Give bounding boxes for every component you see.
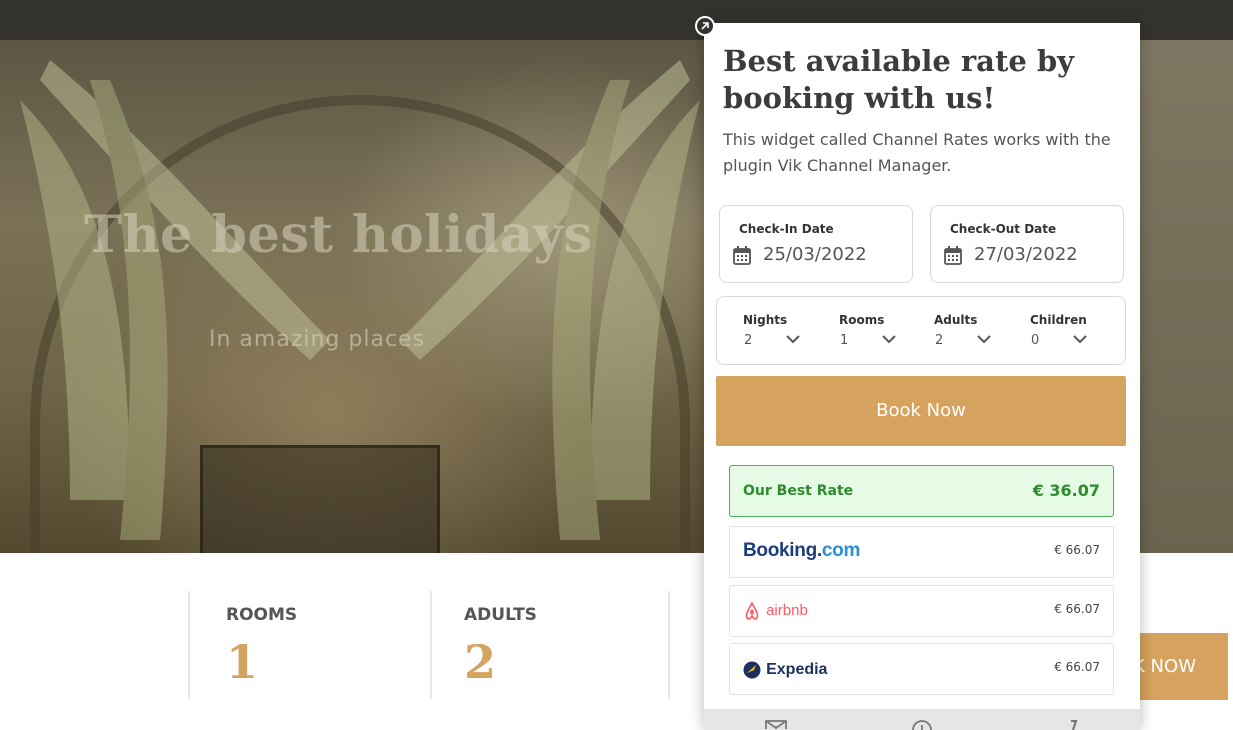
clock-icon[interactable]	[911, 720, 933, 730]
adults-column[interactable]: ADULTS 2	[430, 591, 670, 699]
hero-doorway-decoration	[200, 445, 440, 553]
nights-label: Nights	[743, 313, 788, 327]
children-select[interactable]: Children 0	[1030, 313, 1110, 353]
checkin-date-field[interactable]: Check-In Date 25/03/2022	[719, 205, 913, 283]
best-rate-label: Our Best Rate	[743, 483, 854, 499]
checkin-value: 25/03/2022	[763, 244, 867, 265]
adults-option-value: 2	[935, 333, 944, 348]
airbnb-logo: airbnb	[743, 600, 808, 621]
airbnb-price: € 66.07	[1054, 602, 1100, 616]
rooms-select[interactable]: Rooms 1	[839, 313, 919, 353]
stay-options: Nights 2 Rooms 1 Adults 2 Children 0	[716, 296, 1126, 365]
widget-book-now-button[interactable]: Book Now	[716, 376, 1126, 446]
checkin-label: Check-In Date	[739, 222, 834, 236]
booking-logo-main: Booking	[743, 540, 817, 561]
chevron-down-icon	[882, 335, 896, 344]
expedia-rate-row[interactable]: Expedia € 66.07	[729, 643, 1114, 695]
rooms-column[interactable]: ROOMS 1	[188, 591, 428, 699]
chevron-down-icon	[786, 335, 800, 344]
chevron-down-icon	[1073, 335, 1087, 344]
booking-com-price: € 66.07	[1054, 543, 1100, 557]
page: The best holidays In amazing places ROOM…	[0, 0, 1233, 730]
rooms-label: ROOMS	[226, 605, 298, 625]
phone-icon[interactable]	[1065, 720, 1079, 730]
airbnb-logo-text: airbnb	[766, 602, 808, 619]
widget-footer	[704, 709, 1140, 730]
expedia-logo-text: Expedia	[766, 661, 828, 678]
adults-value: 2	[464, 635, 497, 689]
rooms-value: 1	[226, 635, 259, 689]
booking-com-logo: Booking.com	[743, 540, 860, 562]
adults-select[interactable]: Adults 2	[934, 313, 1014, 353]
airbnb-logo-icon	[745, 600, 759, 620]
checkout-date-field[interactable]: Check-Out Date 27/03/2022	[930, 205, 1124, 283]
airbnb-rate-row[interactable]: airbnb € 66.07	[729, 585, 1114, 637]
nights-value: 2	[744, 333, 753, 348]
channel-rates-widget: Best available rate by booking with us! …	[704, 23, 1140, 730]
adults-label: ADULTS	[464, 605, 537, 625]
rooms-option-value: 1	[840, 333, 849, 348]
rooms-option-label: Rooms	[839, 313, 885, 327]
widget-description: This widget called Channel Rates works w…	[723, 130, 1111, 175]
best-rate-row: Our Best Rate € 36.07	[729, 465, 1114, 517]
widget-title: Best available rate by booking with us!	[723, 44, 1075, 115]
children-option-value: 0	[1031, 333, 1040, 348]
calendar-icon	[944, 246, 962, 265]
checkout-label: Check-Out Date	[950, 222, 1057, 236]
children-column[interactable]	[668, 591, 708, 699]
expedia-price: € 66.07	[1054, 660, 1100, 674]
nights-select[interactable]: Nights 2	[743, 313, 823, 353]
adults-option-label: Adults	[934, 313, 978, 327]
expedia-logo: Expedia	[743, 659, 827, 679]
best-rate-price: € 36.07	[1032, 481, 1100, 500]
calendar-icon	[733, 246, 751, 265]
hero-side-panel	[1140, 40, 1233, 553]
hero-title: The best holidays	[84, 205, 593, 265]
mail-icon[interactable]	[765, 720, 787, 730]
checkout-value: 27/03/2022	[974, 244, 1078, 265]
hero-subtitle: In amazing places	[209, 327, 426, 352]
children-option-label: Children	[1030, 313, 1087, 327]
booking-logo-suffix: com	[821, 540, 861, 561]
close-icon[interactable]	[695, 16, 715, 36]
chevron-down-icon	[977, 335, 991, 344]
expedia-logo-icon	[743, 661, 761, 678]
booking-com-rate-row[interactable]: Booking.com € 66.07	[729, 526, 1114, 578]
